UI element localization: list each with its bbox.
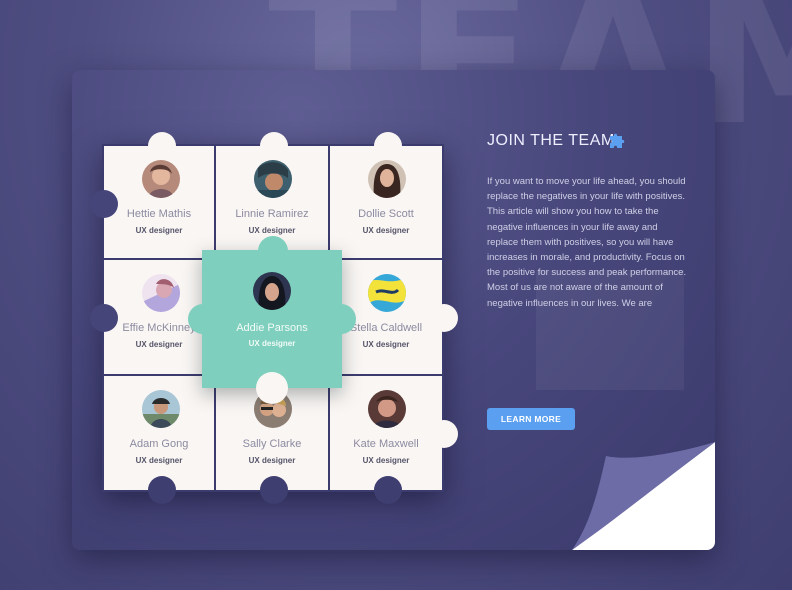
team-member-card[interactable]: Hettie Mathis UX designer	[90, 132, 216, 260]
avatar	[254, 160, 292, 198]
member-name: Adam Gong	[129, 438, 189, 450]
page-curl-corner[interactable]	[572, 442, 715, 550]
avatar	[368, 390, 406, 428]
member-name: Dollie Scott	[358, 208, 414, 220]
member-role: UX designer	[135, 226, 183, 235]
member-name: Linnie Ramirez	[235, 208, 309, 220]
member-role: UX designer	[248, 226, 296, 235]
member-name: Sally Clarke	[242, 438, 302, 450]
team-member-card[interactable]: Kate Maxwell UX designer	[330, 376, 458, 504]
member-name: Kate Maxwell	[353, 438, 419, 450]
member-role: UX designer	[248, 339, 296, 348]
member-role: UX designer	[135, 456, 183, 465]
puzzle-icon	[610, 133, 625, 148]
section-body-text: If you want to move your life ahead, you…	[487, 176, 687, 309]
member-role: UX designer	[362, 456, 410, 465]
member-role: UX designer	[135, 340, 183, 349]
member-role: UX designer	[362, 340, 410, 349]
avatar	[368, 160, 406, 198]
featured-member-card[interactable]: Addie Parsons UX designer	[188, 236, 356, 404]
member-name: Hettie Mathis	[126, 208, 192, 220]
member-role: UX designer	[248, 456, 296, 465]
avatar	[142, 160, 180, 198]
team-member-card[interactable]: Dollie Scott UX designer	[330, 132, 444, 260]
member-name: Addie Parsons	[236, 322, 308, 334]
learn-more-button[interactable]: LEARN MORE	[487, 408, 575, 430]
team-member-card[interactable]: Adam Gong UX designer	[102, 376, 216, 504]
avatar	[253, 272, 291, 310]
member-role: UX designer	[362, 226, 410, 235]
section-title: JOIN THE TEAM	[487, 132, 615, 149]
avatar	[142, 390, 180, 428]
avatar	[368, 274, 406, 312]
avatar	[142, 274, 180, 312]
